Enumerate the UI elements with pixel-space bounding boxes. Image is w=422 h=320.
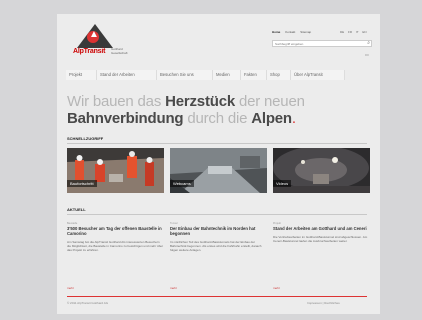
- nav-item-medien[interactable]: Medien: [213, 70, 241, 80]
- news-item: Baustelle 3'500 Besucher am Tag der offe…: [67, 222, 164, 290]
- footer-links[interactable]: Impressum | Rechtliches: [307, 301, 340, 305]
- nav-item-stand[interactable]: Stand der Arbeiten: [97, 70, 157, 80]
- divider: [67, 214, 367, 215]
- top-links: Home Kontakt Sitemap: [272, 30, 315, 34]
- headline-part: Wir bauen das: [67, 93, 166, 110]
- logo[interactable]: ▲ AlpTransit Gotthard Gesellschaft: [69, 24, 129, 60]
- divider: [67, 143, 367, 144]
- nav-item-projekt[interactable]: Projekt: [66, 70, 97, 80]
- news-item: Projekt Stand der Arbeiten am Gotthard u…: [273, 222, 370, 290]
- page: ▲ AlpTransit Gotthard Gesellschaft Home …: [57, 14, 380, 314]
- top-link-home[interactable]: Home: [272, 30, 280, 34]
- language-switcher: DE FR IT EN: [340, 30, 370, 34]
- headline-part: durch die: [183, 110, 252, 127]
- tile-videos[interactable]: Videos: [273, 148, 370, 193]
- news-category: Tunnel: [170, 222, 178, 225]
- news-text: Die Vortriebsarbeiten im Gotthard-Basist…: [273, 235, 368, 244]
- news-category: Baustelle: [67, 222, 78, 225]
- tile-label: Baufortschritt: [67, 180, 97, 187]
- tile-webcams[interactable]: Webcams: [170, 148, 267, 193]
- lang-it[interactable]: IT: [356, 30, 359, 34]
- top-link-contact[interactable]: Kontakt: [285, 30, 295, 34]
- top-link-sitemap[interactable]: Sitemap: [300, 30, 311, 34]
- logo-subtitle: Gotthard Gesellschaft: [111, 47, 128, 55]
- footer-copyright: © 2011 AlpTransit Gotthard AG: [67, 301, 109, 305]
- news-item: Tunnel Der Einbau der Bahntechnik im Nor…: [170, 222, 267, 290]
- nav-item-ueber[interactable]: Über AlpTransit: [291, 70, 345, 80]
- tunnel-badge-icon: ▲: [87, 29, 99, 43]
- search-box: ⌕: [272, 40, 372, 47]
- footer-divider: [67, 296, 367, 297]
- news-category: Projekt: [273, 222, 281, 225]
- quick-access-title: SCHNELLZUGRIFF: [67, 136, 104, 141]
- nav-item-shop[interactable]: Shop: [267, 70, 291, 80]
- nav-item-fakten[interactable]: Fakten: [241, 70, 267, 80]
- news-more-link[interactable]: mehr: [170, 286, 177, 290]
- headline-highlight: Herzstück: [165, 93, 235, 110]
- news-title-link[interactable]: Stand der Arbeiten am Gotthard und am Ce…: [273, 226, 370, 231]
- headline-dot: .: [291, 110, 296, 127]
- tool-icons: ▭: [365, 52, 369, 57]
- news-title: AKTUELL: [67, 207, 86, 212]
- headline-part: der neuen: [235, 93, 305, 110]
- news-text: Im nördlichen Teil des Gotthard-Basistun…: [170, 240, 262, 253]
- logo-name: AlpTransit: [73, 48, 106, 55]
- news-title-link[interactable]: 3'500 Besucher am Tag der offenen Bauste…: [67, 226, 164, 236]
- news-text: Am Samstag bot die AlpTransit Gotthard A…: [67, 240, 164, 253]
- main-nav: Projekt Stand der Arbeiten Besuchen Sie …: [66, 70, 366, 80]
- tile-progress[interactable]: Baufortschritt: [67, 148, 164, 193]
- print-icon[interactable]: ▭: [365, 52, 369, 57]
- news-more-link[interactable]: mehr: [273, 286, 280, 290]
- tile-label: Webcams: [170, 180, 194, 187]
- lang-de[interactable]: DE: [340, 30, 344, 34]
- lang-en[interactable]: EN: [362, 30, 366, 34]
- search-input[interactable]: [273, 41, 361, 46]
- search-icon[interactable]: ⌕: [367, 40, 370, 46]
- news-title-link[interactable]: Der Einbau der Bahntechnik im Norden hat…: [170, 226, 267, 236]
- headline-highlight: Bahnverbindung: [67, 110, 184, 127]
- nav-item-besuchen[interactable]: Besuchen Sie uns: [157, 70, 213, 80]
- headline-highlight: Alpen: [251, 110, 292, 127]
- tile-label: Videos: [273, 180, 292, 187]
- lang-fr[interactable]: FR: [348, 30, 352, 34]
- page-headline: Wir bauen das Herzstück der neuen Bahnve…: [67, 93, 367, 127]
- news-more-link[interactable]: mehr: [67, 286, 74, 290]
